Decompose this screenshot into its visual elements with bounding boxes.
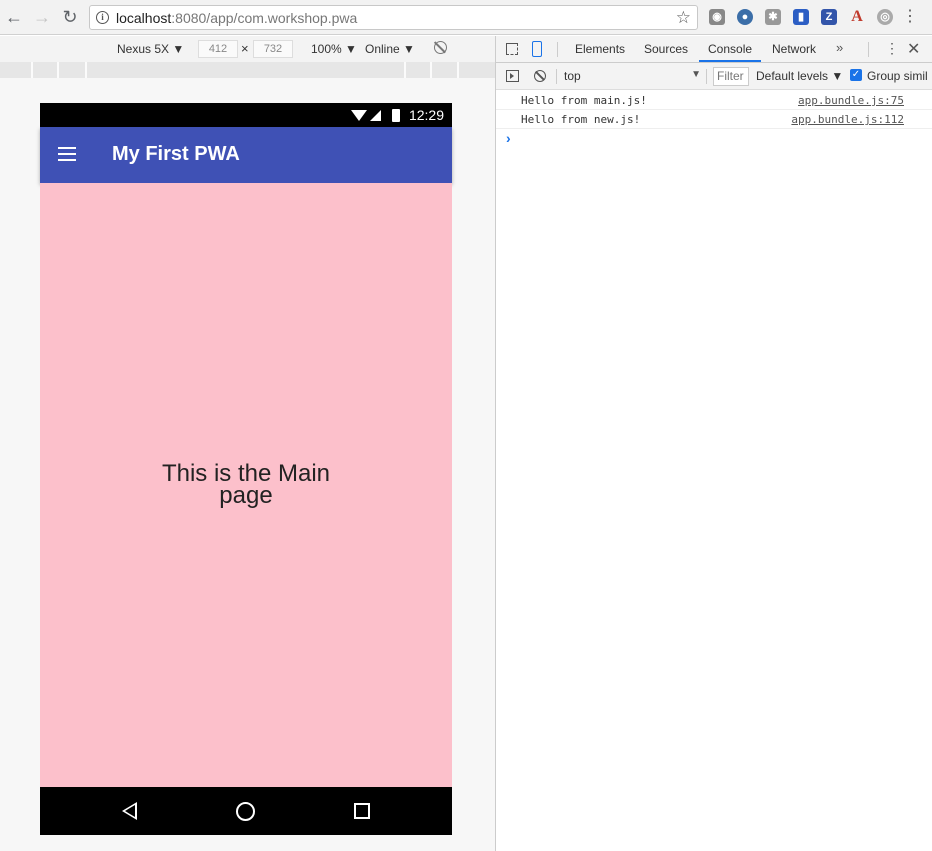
main-text-line: page <box>219 482 273 509</box>
film-extension-icon[interactable]: ◎ <box>877 9 893 25</box>
more-tabs-icon[interactable]: » <box>836 40 843 55</box>
phone-viewport: 12:29 My First PWA This is the Main page <box>40 103 452 835</box>
battery-icon <box>392 109 400 122</box>
filter-input[interactable]: Filter <box>713 67 749 86</box>
forward-arrow-icon[interactable]: → <box>32 7 52 27</box>
main-page-text: This is the Main page <box>40 462 452 509</box>
back-arrow-icon[interactable]: ← <box>4 7 24 27</box>
devtools-panel: Elements Sources Console Network » ⋮ ✕ t… <box>495 36 932 851</box>
close-devtools-icon[interactable]: ✕ <box>907 39 920 59</box>
divider <box>556 69 557 84</box>
devtools-menu-icon[interactable]: ⋮ <box>885 40 899 57</box>
group-similar-checkbox[interactable]: ✓ <box>850 69 862 81</box>
bookmark-extension-icon[interactable]: ▮ <box>793 9 809 25</box>
console-message: Hello from main.js! app.bundle.js:75 <box>496 91 932 110</box>
network-throttle-select[interactable]: Online ▼ <box>365 42 415 56</box>
zoom-select[interactable]: 100% ▼ <box>311 42 357 56</box>
log-levels-select[interactable]: Default levels ▼ <box>756 69 843 83</box>
console-toolbar: top ▼ Filter Default levels ▼ ✓ Group sim… <box>496 63 932 90</box>
height-input[interactable]: 732 <box>253 40 293 58</box>
url-text[interactable]: localhost:8080/app/com.workshop.pwa <box>116 10 357 26</box>
browser-toolbar: ← → ↻ i localhost:8080/app/com.workshop.… <box>0 0 932 35</box>
main-content: This is the Main page <box>40 183 452 787</box>
console-messages: Hello from main.js! app.bundle.js:75 Hel… <box>496 91 932 129</box>
tab-network[interactable]: Network <box>772 36 816 62</box>
media-query-ruler[interactable] <box>0 62 495 78</box>
status-bar: 12:29 <box>40 103 452 127</box>
bookmark-star-icon[interactable]: ☆ <box>676 8 691 28</box>
message-text: Hello from new.js! <box>521 113 641 126</box>
devtools-tabbar: Elements Sources Console Network » ⋮ ✕ <box>496 36 932 63</box>
message-text: Hello from main.js! <box>521 94 647 107</box>
info-icon[interactable]: i <box>96 11 109 24</box>
tab-sources[interactable]: Sources <box>644 36 688 62</box>
bug-extension-icon[interactable]: ✱ <box>765 9 781 25</box>
a-extension-icon[interactable]: A <box>849 9 865 25</box>
console-prompt[interactable]: › <box>506 130 511 146</box>
recents-square-icon[interactable] <box>354 803 370 819</box>
globe-extension-icon[interactable]: ● <box>737 9 753 25</box>
divider <box>868 42 869 57</box>
rotate-icon[interactable] <box>434 41 447 54</box>
device-toolbar: Nexus 5X ▼ 412 × 732 100% ▼ Online ▼ <box>0 36 495 62</box>
device-emulator-pane: Nexus 5X ▼ 412 × 732 100% ▼ Online ▼ 12:… <box>0 36 495 851</box>
inspect-element-icon[interactable] <box>506 43 518 55</box>
home-circle-icon[interactable] <box>236 802 255 821</box>
device-toggle-icon[interactable] <box>532 41 542 57</box>
signal-icon <box>370 110 381 121</box>
app-bar: My First PWA <box>40 127 452 183</box>
console-message: Hello from new.js! app.bundle.js:112 <box>496 110 932 129</box>
group-similar-label: Group simil <box>867 69 928 83</box>
tab-elements[interactable]: Elements <box>575 36 625 62</box>
back-triangle-icon[interactable] <box>122 802 137 820</box>
message-source-link[interactable]: app.bundle.js:112 <box>791 113 904 126</box>
clear-console-icon[interactable] <box>534 70 546 82</box>
reload-icon[interactable]: ↻ <box>60 7 80 27</box>
device-select[interactable]: Nexus 5X ▼ <box>117 42 184 56</box>
android-nav-bar <box>40 787 452 835</box>
message-source-link[interactable]: app.bundle.js:75 <box>798 94 904 107</box>
context-select[interactable]: top ▼ <box>564 69 701 83</box>
status-time: 12:29 <box>408 107 444 123</box>
address-bar[interactable]: i localhost:8080/app/com.workshop.pwa ☆ <box>89 5 698 30</box>
hamburger-menu-icon[interactable] <box>58 147 78 163</box>
tab-console[interactable]: Console <box>699 36 762 62</box>
dimension-separator: × <box>241 41 249 56</box>
divider <box>557 42 558 57</box>
browser-menu-icon[interactable]: ⋮ <box>902 8 918 26</box>
app-title: My First PWA <box>112 143 240 165</box>
wifi-icon <box>351 110 367 121</box>
width-input[interactable]: 412 <box>198 40 238 58</box>
divider <box>706 69 707 84</box>
sidebar-toggle-icon[interactable] <box>506 70 519 82</box>
z-extension-icon[interactable]: Z <box>821 9 837 25</box>
camera-extension-icon[interactable]: ◉ <box>709 9 725 25</box>
